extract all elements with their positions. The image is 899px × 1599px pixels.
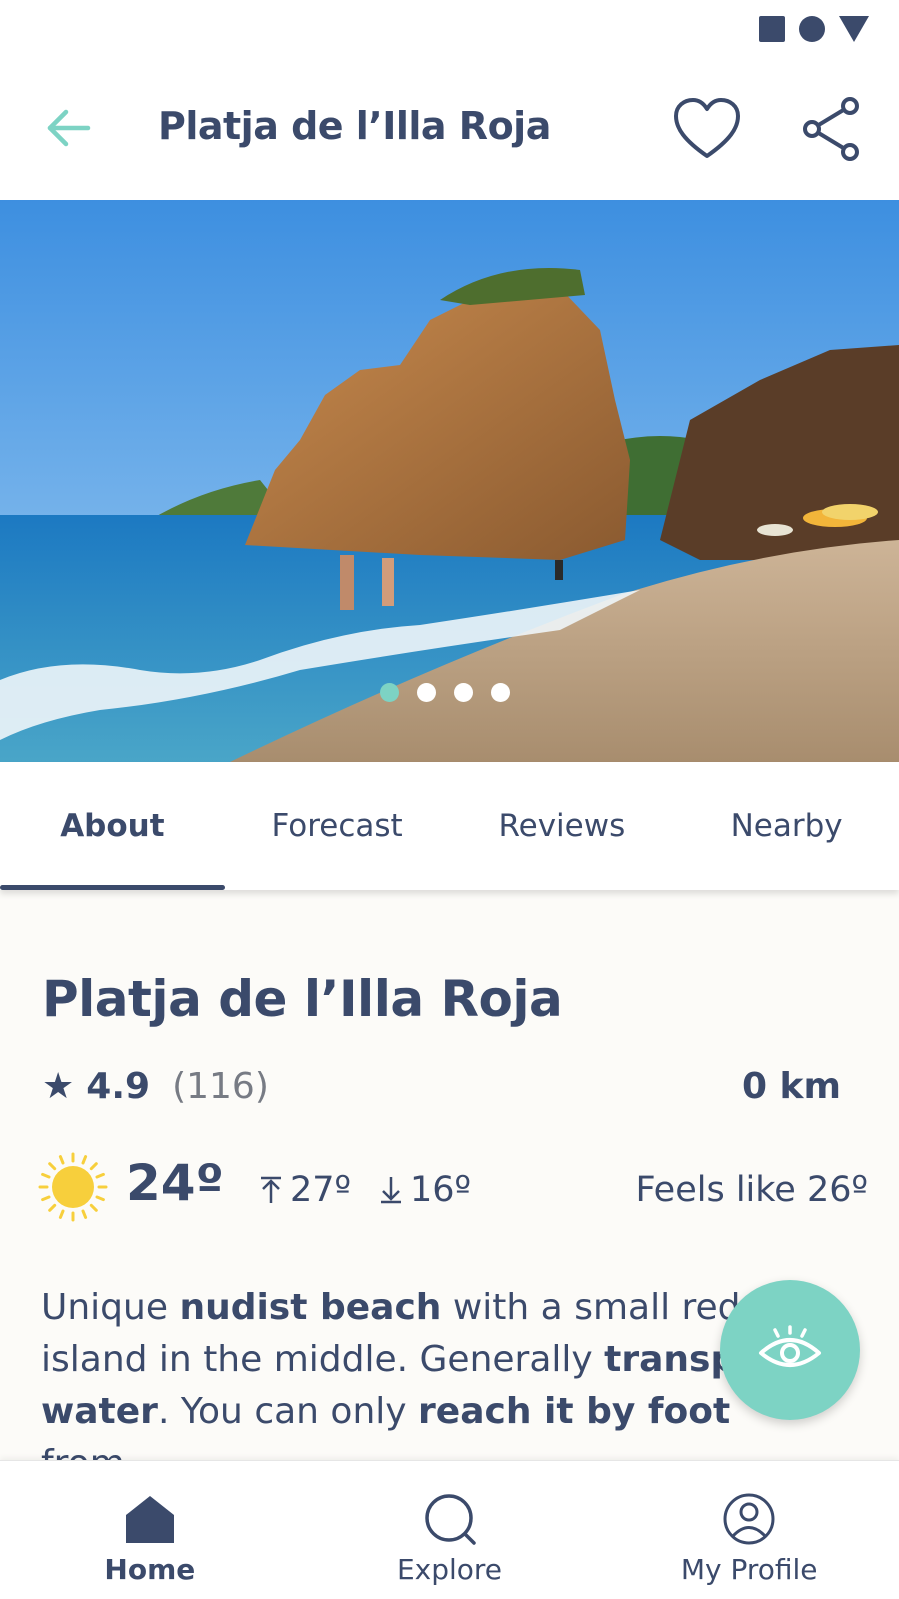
arrow-up-icon	[261, 1176, 281, 1203]
back-triangle-icon	[839, 16, 869, 42]
weather-row: 24º 27º 16º Feels like 26º	[38, 1148, 868, 1228]
nav-explore-label: Explore	[396, 1553, 503, 1586]
share-icon	[803, 97, 859, 161]
profile-icon	[721, 1491, 777, 1547]
eye-icon	[759, 1325, 821, 1367]
arrow-down-icon	[381, 1177, 401, 1204]
tab-forecast[interactable]: Forecast	[225, 762, 450, 890]
heart-icon	[674, 98, 740, 158]
max-temperature: 27º	[258, 1170, 351, 1210]
feels-like: Feels like 26º	[635, 1170, 868, 1210]
favorite-button[interactable]	[672, 96, 742, 162]
view-fab-button[interactable]	[720, 1280, 860, 1420]
nav-explore[interactable]: Explore	[300, 1461, 600, 1599]
description-highlight: water	[41, 1391, 158, 1432]
current-temperature: 24º	[126, 1154, 224, 1212]
pagination-dot[interactable]	[416, 683, 436, 702]
star-icon: ★	[42, 1066, 75, 1107]
min-temperature: 16º	[378, 1170, 471, 1210]
app-header: Platja de l’Illa Roja	[0, 60, 899, 200]
min-temperature-value: 16º	[410, 1170, 472, 1210]
arrow-left-icon	[47, 109, 91, 147]
recent-apps-icon	[759, 16, 785, 42]
bottom-navigation: Home Explore My Profile	[0, 1460, 899, 1599]
back-button[interactable]	[40, 100, 96, 156]
tab-reviews[interactable]: Reviews	[450, 762, 675, 890]
pagination-dot[interactable]	[379, 683, 399, 702]
home-icon	[122, 1491, 178, 1547]
tab-nearby[interactable]: Nearby	[674, 762, 899, 890]
pagination-dot[interactable]	[490, 683, 510, 702]
description-highlight: reach it by foot	[418, 1391, 731, 1432]
description-highlight: nudist beach	[179, 1287, 442, 1328]
pagination-dot[interactable]	[453, 683, 473, 702]
nav-home[interactable]: Home	[0, 1461, 300, 1599]
rating-value: 4.9	[86, 1066, 151, 1107]
photo-gallery[interactable]	[0, 200, 899, 762]
max-temperature-value: 27º	[290, 1170, 352, 1210]
tab-bar: About Forecast Reviews Nearby	[0, 762, 899, 890]
gallery-pagination	[0, 683, 899, 702]
nav-profile[interactable]: My Profile	[599, 1461, 899, 1599]
page-title: Platja de l’Illa Roja	[158, 104, 551, 148]
status-bar	[0, 0, 899, 60]
rating-row: ★ 4.9 (116)	[42, 1066, 269, 1107]
tab-about[interactable]: About	[0, 762, 225, 890]
description-text: with a small redd	[441, 1287, 764, 1328]
beach-description: Unique nudist beach with a small redd isl…	[41, 1282, 821, 1460]
status-icons	[759, 16, 869, 42]
description-text: from	[41, 1443, 125, 1460]
sun-icon	[38, 1152, 108, 1222]
description-text: island in the middle. Generally	[41, 1339, 605, 1380]
review-count: (116)	[172, 1066, 269, 1107]
description-text: Unique	[41, 1287, 180, 1328]
description-text: . You can only	[157, 1391, 419, 1432]
beach-photo	[0, 200, 899, 762]
home-circle-icon	[799, 16, 825, 42]
share-button[interactable]	[798, 96, 864, 162]
beach-name: Platja de l’Illa Roja	[42, 970, 563, 1028]
nav-home-label: Home	[104, 1553, 196, 1586]
nav-profile-label: My Profile	[680, 1553, 818, 1586]
search-icon	[422, 1491, 478, 1547]
distance: 0 km	[741, 1066, 841, 1107]
